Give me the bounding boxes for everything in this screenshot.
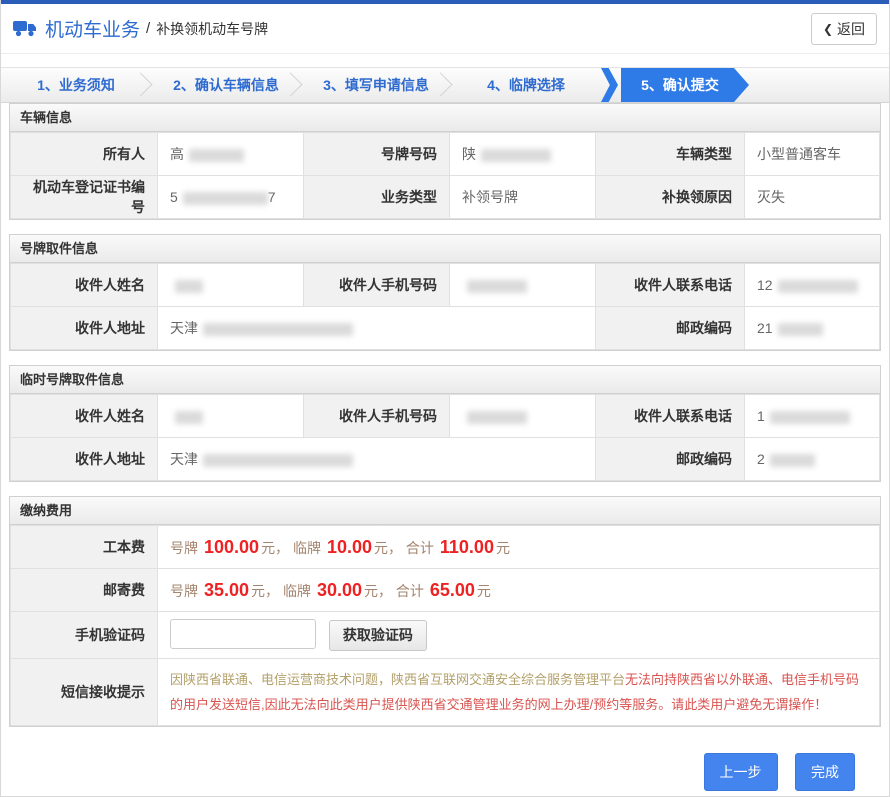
table-row: 邮寄费 号牌35.00元， 临牌30.00元， 合计65.00元 bbox=[11, 569, 880, 612]
table-row: 手机验证码 获取验证码 bbox=[11, 612, 880, 659]
captcha-input[interactable] bbox=[170, 619, 316, 649]
redacted-text bbox=[770, 411, 850, 424]
vehicle-type-label: 车辆类型 bbox=[596, 133, 745, 176]
redacted-text bbox=[467, 411, 527, 424]
redacted-text bbox=[175, 411, 203, 424]
redacted-text bbox=[778, 323, 823, 336]
page: 机动车业务 / 补换领机动车号牌 ❮ 返回 1、业务须知 2、确认车辆信息 3、… bbox=[0, 0, 890, 797]
recipient-phone-label: 收件人联系电话 bbox=[596, 395, 745, 438]
plate-delivery-table: 收件人姓名 收件人手机号码 收件人联系电话 12 收件人地址 天津 邮政编码 2… bbox=[10, 263, 880, 350]
tab-step-4[interactable]: 4、临牌选择 bbox=[451, 68, 601, 102]
redacted-text bbox=[203, 454, 353, 467]
section-temp-plate-delivery: 临时号牌取件信息 收件人姓名 收件人手机号码 收件人联系电话 1 收件人地址 天… bbox=[9, 365, 881, 482]
zip-code-value: 2 bbox=[745, 438, 880, 481]
tab-step-2[interactable]: 2、确认车辆信息 bbox=[151, 68, 301, 102]
redacted-text bbox=[770, 454, 815, 467]
recipient-address-label: 收件人地址 bbox=[11, 307, 158, 350]
captcha-label: 手机验证码 bbox=[11, 612, 158, 659]
vehicle-truck-icon bbox=[13, 20, 37, 37]
biz-type-label: 业务类型 bbox=[304, 176, 450, 219]
redacted-text bbox=[467, 280, 527, 293]
vehicle-type-value: 小型普通客车 bbox=[745, 133, 880, 176]
section-title: 缴纳费用 bbox=[10, 497, 880, 525]
redacted-text bbox=[183, 192, 268, 205]
sms-tip-label: 短信接收提示 bbox=[11, 659, 158, 726]
reason-label: 补换领原因 bbox=[596, 176, 745, 219]
table-row: 收件人地址 天津 邮政编码 21 bbox=[11, 307, 880, 350]
production-cost-value: 号牌100.00元， 临牌10.00元， 合计110.00元 bbox=[158, 526, 880, 569]
zip-code-label: 邮政编码 bbox=[596, 307, 745, 350]
recipient-address-label: 收件人地址 bbox=[11, 438, 158, 481]
section-payment: 缴纳费用 工本费 号牌100.00元， 临牌10.00元， 合计110.00元 … bbox=[9, 496, 881, 727]
redacted-text bbox=[203, 323, 353, 336]
section-title: 车辆信息 bbox=[10, 104, 880, 132]
recipient-mobile-value bbox=[450, 395, 596, 438]
recipient-address-value: 天津 bbox=[158, 307, 596, 350]
recipient-mobile-label: 收件人手机号码 bbox=[304, 264, 450, 307]
recipient-phone-value: 12 bbox=[745, 264, 880, 307]
reason-value: 灭失 bbox=[745, 176, 880, 219]
table-row: 收件人姓名 收件人手机号码 收件人联系电话 12 bbox=[11, 264, 880, 307]
finish-button[interactable]: 完成 bbox=[795, 753, 855, 791]
prev-step-button[interactable]: 上一步 bbox=[704, 753, 778, 791]
tab-step-3[interactable]: 3、填写申请信息 bbox=[301, 68, 451, 102]
vehicle-info-table: 所有人 高 号牌号码 陕 车辆类型 小型普通客车 机动车登记证书编号 57 业务… bbox=[10, 132, 880, 219]
section-vehicle-info: 车辆信息 所有人 高 号牌号码 陕 车辆类型 小型普通客车 机动车登记证书编号 … bbox=[9, 103, 881, 220]
footer-actions: 上一步 完成 bbox=[1, 741, 889, 791]
recipient-name-value bbox=[158, 264, 304, 307]
active-step-chevron-icon bbox=[601, 68, 618, 102]
redacted-text bbox=[175, 280, 203, 293]
recipient-name-label: 收件人姓名 bbox=[11, 395, 158, 438]
recipient-mobile-value bbox=[450, 264, 596, 307]
breadcrumb-subtitle: 补换领机动车号牌 bbox=[156, 19, 268, 39]
back-button-label: 返回 bbox=[837, 19, 865, 39]
recipient-phone-value: 1 bbox=[745, 395, 880, 438]
tab-step-1[interactable]: 1、业务须知 bbox=[1, 68, 151, 102]
redacted-text bbox=[481, 149, 551, 162]
owner-label: 所有人 bbox=[11, 133, 158, 176]
table-row: 收件人地址 天津 邮政编码 2 bbox=[11, 438, 880, 481]
redacted-text bbox=[189, 149, 244, 162]
biz-type-value: 补领号牌 bbox=[450, 176, 596, 219]
back-button[interactable]: ❮ 返回 bbox=[811, 13, 877, 45]
postage-value: 号牌35.00元， 临牌30.00元， 合计65.00元 bbox=[158, 569, 880, 612]
temp-delivery-table: 收件人姓名 收件人手机号码 收件人联系电话 1 收件人地址 天津 邮政编码 2 bbox=[10, 394, 880, 481]
zip-code-value: 21 bbox=[745, 307, 880, 350]
plate-number-label: 号牌号码 bbox=[304, 133, 450, 176]
payment-table: 工本费 号牌100.00元， 临牌10.00元， 合计110.00元 邮寄费 号… bbox=[10, 525, 880, 726]
reg-cert-value: 57 bbox=[158, 176, 304, 219]
reg-cert-label: 机动车登记证书编号 bbox=[11, 176, 158, 219]
recipient-name-value bbox=[158, 395, 304, 438]
captcha-cell: 获取验证码 bbox=[158, 612, 880, 659]
section-title: 号牌取件信息 bbox=[10, 235, 880, 263]
breadcrumb-separator: / bbox=[146, 20, 150, 37]
table-row: 短信接收提示 因陕西省联通、电信运营商技术问题，陕西省互联网交通安全综合服务管理… bbox=[11, 659, 880, 726]
table-row: 工本费 号牌100.00元， 临牌10.00元， 合计110.00元 bbox=[11, 526, 880, 569]
tab-step-5[interactable]: 5、确认提交 bbox=[621, 68, 749, 102]
table-row: 收件人姓名 收件人手机号码 收件人联系电话 1 bbox=[11, 395, 880, 438]
recipient-name-label: 收件人姓名 bbox=[11, 264, 158, 307]
plate-number-value: 陕 bbox=[450, 133, 596, 176]
sms-tip-text: 因陕西省联通、电信运营商技术问题，陕西省互联网交通安全综合服务管理平台无法向持陕… bbox=[158, 659, 880, 726]
section-plate-delivery: 号牌取件信息 收件人姓名 收件人手机号码 收件人联系电话 12 收件人地址 天津… bbox=[9, 234, 881, 351]
section-title: 临时号牌取件信息 bbox=[10, 366, 880, 394]
table-row: 机动车登记证书编号 57 业务类型 补领号牌 补换领原因 灭失 bbox=[11, 176, 880, 219]
step-tabs: 1、业务须知 2、确认车辆信息 3、填写申请信息 4、临牌选择 5、确认提交 bbox=[1, 67, 889, 103]
page-title: 机动车业务 bbox=[45, 15, 140, 42]
owner-value: 高 bbox=[158, 133, 304, 176]
page-header: 机动车业务 / 补换领机动车号牌 ❮ 返回 bbox=[1, 4, 889, 54]
production-cost-label: 工本费 bbox=[11, 526, 158, 569]
get-captcha-button[interactable]: 获取验证码 bbox=[329, 620, 427, 651]
recipient-address-value: 天津 bbox=[158, 438, 596, 481]
recipient-phone-label: 收件人联系电话 bbox=[596, 264, 745, 307]
table-row: 所有人 高 号牌号码 陕 车辆类型 小型普通客车 bbox=[11, 133, 880, 176]
redacted-text bbox=[778, 280, 858, 293]
postage-label: 邮寄费 bbox=[11, 569, 158, 612]
zip-code-label: 邮政编码 bbox=[596, 438, 745, 481]
recipient-mobile-label: 收件人手机号码 bbox=[304, 395, 450, 438]
back-chevron-icon: ❮ bbox=[823, 22, 833, 36]
